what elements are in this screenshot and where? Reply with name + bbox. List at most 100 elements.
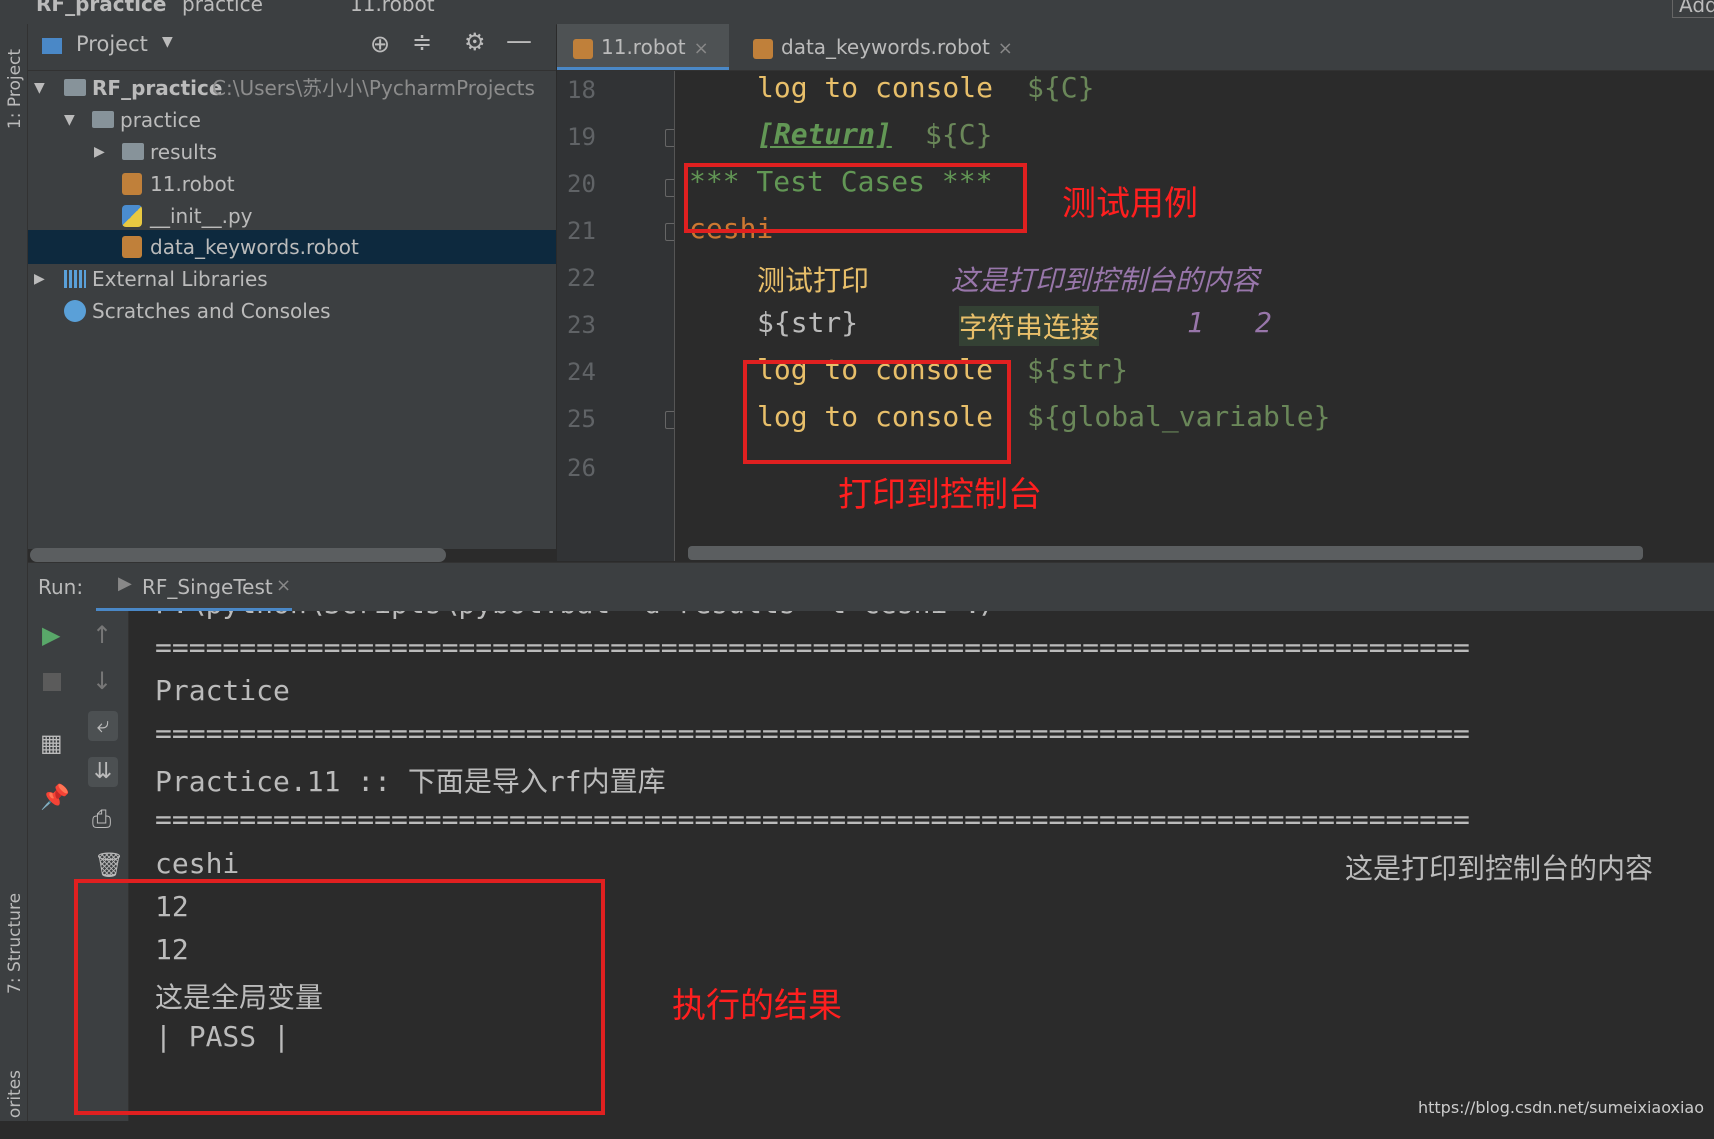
arrow-up-icon[interactable]: ↑	[92, 621, 112, 649]
layout-icon[interactable]: ▦	[40, 729, 63, 757]
python-file-icon	[122, 205, 142, 227]
scroll-to-end-icon[interactable]: ⇊	[88, 757, 118, 787]
code-assign-variable: ${str}	[757, 306, 859, 339]
annotation-box-result	[74, 879, 605, 1115]
favorites-tool-tab[interactable]: orites	[5, 1049, 25, 1139]
code-editor[interactable]: log to console ${C} [Return] ${C} *** Te…	[675, 71, 1714, 561]
line-number: 22	[567, 264, 596, 292]
robot-file-icon	[122, 173, 142, 195]
add-configuration-button[interactable]: Add	[1672, 0, 1714, 18]
tree-root-name: RF_practice	[92, 76, 223, 100]
structure-tool-tab[interactable]: 7: Structure	[5, 893, 25, 994]
line-number: 23	[567, 311, 596, 339]
chevron-down-icon[interactable]: ▼	[162, 34, 173, 50]
left-tool-strip: 1: Project 7: Structure orites	[0, 24, 28, 1121]
annotation-box-log-to-console	[743, 360, 1011, 464]
scratches-icon	[64, 300, 86, 322]
editor-horizontal-scrollbar[interactable]	[688, 546, 1643, 560]
console-line: Practice	[155, 674, 290, 707]
tree-item-label: practice	[120, 108, 201, 132]
library-icon	[64, 270, 86, 288]
breadcrumb: RF_practice practice 11.robot Add	[0, 0, 1714, 25]
breadcrumb-root[interactable]: RF_practice	[36, 0, 166, 16]
code-variable: ${global_variable}	[1027, 400, 1331, 433]
run-label: Run:	[38, 575, 84, 599]
robot-file-icon	[753, 38, 773, 59]
collapse-arrow-icon[interactable]: ▶	[34, 262, 45, 296]
console-separator: ========================================…	[155, 717, 1470, 750]
stop-icon[interactable]	[43, 673, 61, 691]
code-variable: ${str}	[1027, 353, 1129, 386]
annotation-test-cases: 测试用例	[1062, 184, 1198, 224]
console-line: Practice.11 :: 下面是导入rf内置库	[155, 765, 666, 798]
console-separator: ========================================…	[155, 803, 1470, 836]
expand-arrow-icon[interactable]: ▼	[34, 71, 45, 105]
tab-11-robot[interactable]: 11.robot ×	[557, 24, 729, 70]
close-icon[interactable]: ×	[694, 38, 709, 59]
project-view-selector[interactable]: Project	[76, 32, 148, 56]
code-variable: ${C}	[925, 118, 993, 151]
line-number: 24	[567, 358, 596, 386]
code-return-setting: [Return]	[757, 118, 892, 151]
project-tree: ▼ RF_practice C:\Users\苏小小\PycharmProjec…	[28, 71, 556, 549]
run-panel-header: Run: ▶ RF_SingeTest ×	[28, 562, 1714, 612]
collapse-all-icon[interactable]: ≑	[412, 28, 432, 56]
locate-icon[interactable]: ⊕	[370, 30, 390, 58]
code-keyword-highlighted: 字符串连接	[959, 306, 1100, 346]
tree-item-init-py[interactable]: __init__.py	[28, 199, 556, 233]
line-number: 19	[567, 123, 596, 151]
editor-tabs: 11.robot × data_keywords.robot ×	[557, 24, 1714, 71]
console-line: F:\python\Scripts\pybot.bat -d results -…	[155, 611, 998, 620]
tree-item-11-robot[interactable]: 11.robot	[28, 167, 556, 201]
run-toolbar-primary: ▶ ▦ 📌	[28, 611, 78, 1121]
annotation-print-console: 打印到控制台	[838, 475, 1042, 515]
tab-label: 11.robot	[601, 35, 686, 59]
collapse-arrow-icon[interactable]: ▶	[94, 135, 105, 169]
tree-item-label: 11.robot	[150, 172, 235, 196]
expand-arrow-icon[interactable]: ▼	[64, 103, 75, 137]
editor-gutter: 18 19 20 21 22 23 24 25 26	[557, 71, 679, 561]
hide-icon[interactable]: —	[506, 26, 532, 56]
close-icon[interactable]: ×	[998, 38, 1013, 59]
project-horizontal-scrollbar[interactable]	[30, 548, 446, 562]
annotation-box-test-cases	[684, 163, 1027, 233]
line-number: 20	[567, 170, 596, 198]
code-keyword: log to console	[757, 71, 994, 104]
soft-wrap-icon[interactable]: ⤶	[88, 711, 118, 741]
tree-item-root[interactable]: ▼ RF_practice C:\Users\苏小小\PycharmProjec…	[28, 71, 556, 105]
tab-data-keywords[interactable]: data_keywords.robot ×	[741, 24, 1041, 70]
tree-item-label: data_keywords.robot	[150, 235, 359, 259]
trash-icon[interactable]: 🗑	[94, 851, 124, 879]
annotation-result: 执行的结果	[672, 986, 842, 1026]
tree-item-scratches[interactable]: Scratches and Consoles	[28, 294, 556, 328]
print-icon[interactable]: ⎙	[92, 805, 111, 833]
arrow-down-icon[interactable]: ↓	[92, 667, 112, 695]
tree-item-external-libraries[interactable]: ▶ External Libraries	[28, 262, 556, 296]
tree-root-path: C:\Users\苏小小\PycharmProjects	[212, 76, 535, 100]
breadcrumb-folder[interactable]: practice	[182, 0, 263, 16]
code-variable: ${C}	[1027, 71, 1095, 104]
code-keyword: 测试打印	[757, 264, 870, 297]
pin-icon[interactable]: 📌	[40, 783, 70, 811]
robot-file-icon	[122, 236, 142, 258]
tree-item-results[interactable]: ▶ results	[28, 135, 556, 169]
robot-file-icon	[573, 38, 593, 59]
tab-run-config[interactable]: ▶ RF_SingeTest ×	[96, 563, 292, 611]
gear-icon[interactable]: ⚙	[464, 28, 486, 56]
close-icon[interactable]: ×	[276, 575, 291, 596]
line-number: 18	[567, 76, 596, 104]
console-separator: ========================================…	[155, 631, 1470, 664]
line-number: 21	[567, 217, 596, 245]
project-tool-tab[interactable]: 1: Project	[5, 44, 25, 134]
tree-item-practice[interactable]: ▼ practice	[28, 103, 556, 137]
console-line: ceshi	[155, 847, 240, 880]
tab-label: data_keywords.robot	[781, 35, 990, 59]
rerun-icon[interactable]: ▶	[42, 621, 60, 649]
tree-item-label: __init__.py	[150, 204, 253, 228]
folder-icon	[122, 143, 144, 160]
run-config-label: RF_SingeTest	[142, 575, 273, 599]
project-view-icon	[42, 38, 62, 54]
tree-item-label: Scratches and Consoles	[92, 299, 331, 323]
tree-item-data-keywords[interactable]: data_keywords.robot	[28, 230, 556, 264]
breadcrumb-file[interactable]: 11.robot	[350, 0, 435, 16]
